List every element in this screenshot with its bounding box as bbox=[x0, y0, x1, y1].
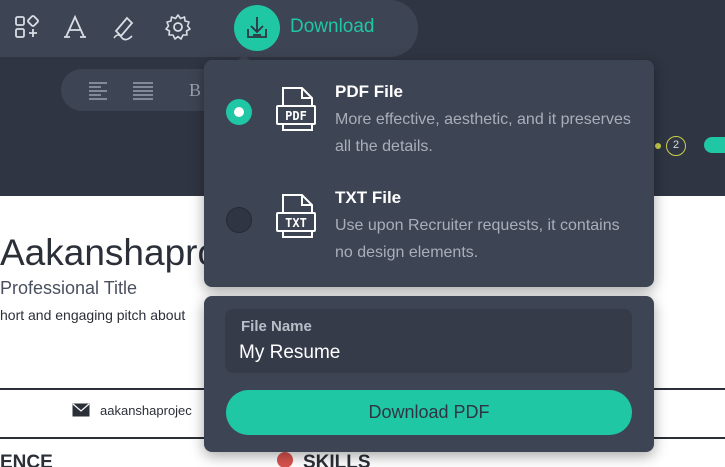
txt-file-icon: TXT bbox=[276, 194, 316, 238]
option-description: More effective, aesthetic, and it preser… bbox=[335, 111, 631, 155]
option-title: PDF File bbox=[335, 82, 404, 101]
gear-icon[interactable] bbox=[163, 12, 193, 42]
toggle-switch[interactable] bbox=[704, 137, 725, 153]
radio-txt[interactable] bbox=[226, 207, 252, 233]
file-name-field[interactable]: File Name bbox=[225, 309, 632, 373]
section-heading-skills[interactable]: SKILLS bbox=[303, 452, 371, 467]
file-name-panel: File Name Download PDF bbox=[204, 296, 654, 452]
pen-icon[interactable] bbox=[108, 12, 138, 42]
pager-dot bbox=[655, 143, 661, 149]
font-icon[interactable] bbox=[60, 12, 90, 42]
download-button-circle[interactable] bbox=[234, 5, 280, 51]
resume-name[interactable]: Aakanshapro bbox=[0, 232, 218, 274]
option-txt[interactable]: TXT TXT File Use upon Recruiter requests… bbox=[204, 174, 654, 279]
align-left-icon[interactable] bbox=[87, 79, 111, 101]
align-justify-icon[interactable] bbox=[131, 79, 155, 101]
file-name-input[interactable] bbox=[239, 339, 619, 367]
download-label[interactable]: Download bbox=[290, 16, 375, 38]
mail-icon bbox=[72, 403, 90, 417]
resume-email[interactable]: aakanshaprojec bbox=[100, 403, 192, 418]
option-description: Use upon Recruiter requests, it contains… bbox=[335, 217, 620, 261]
option-title: TXT File bbox=[335, 188, 402, 207]
txt-icon-text: TXT bbox=[285, 216, 307, 230]
skills-icon bbox=[277, 452, 293, 467]
download-icon bbox=[247, 17, 267, 38]
option-pdf[interactable]: PDF PDF File More effective, aesthetic, … bbox=[204, 68, 654, 173]
page-number[interactable]: 2 bbox=[666, 136, 686, 156]
radio-pdf[interactable] bbox=[226, 99, 252, 125]
layout-add-icon[interactable] bbox=[12, 12, 42, 42]
resume-pitch[interactable]: hort and engaging pitch about bbox=[0, 307, 185, 323]
section-heading-experience[interactable]: ENCE bbox=[0, 452, 53, 467]
resume-title[interactable]: Professional Title bbox=[0, 278, 137, 299]
download-format-menu: PDF PDF File More effective, aesthetic, … bbox=[204, 60, 654, 287]
file-name-label: File Name bbox=[241, 318, 312, 335]
pdf-icon-text: PDF bbox=[285, 109, 307, 123]
download-pdf-button[interactable]: Download PDF bbox=[226, 390, 632, 435]
bold-button[interactable]: B bbox=[189, 80, 201, 101]
pdf-file-icon: PDF bbox=[276, 87, 316, 131]
top-toolbar: Download bbox=[0, 0, 418, 57]
